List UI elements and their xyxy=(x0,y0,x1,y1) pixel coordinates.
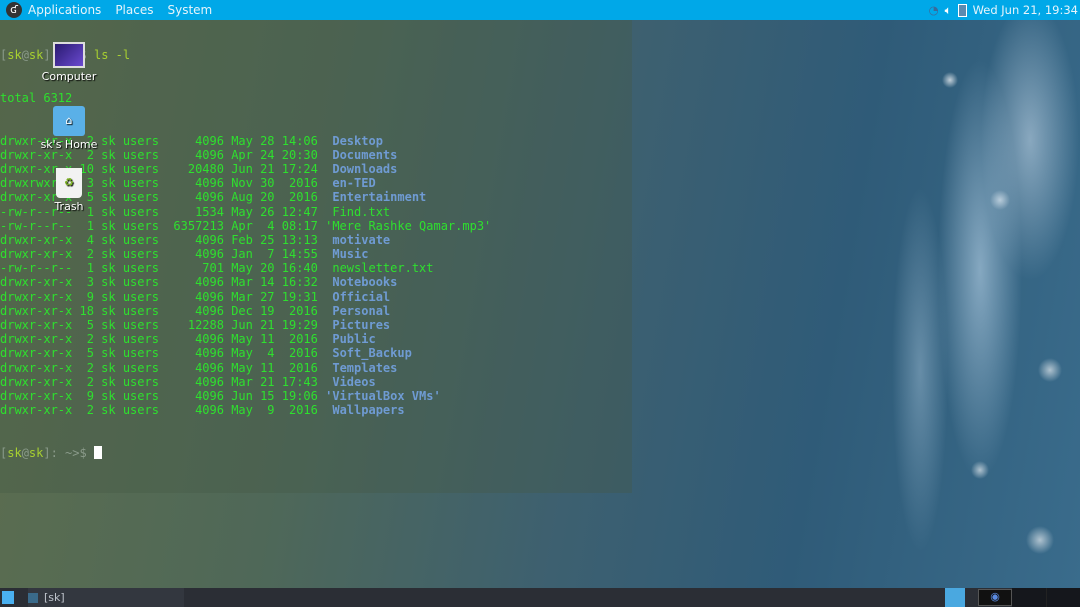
file-meta: drwxr-xr-x 9 sk users 4096 Mar 27 19:31 xyxy=(0,290,325,304)
file-name: newsletter.txt xyxy=(332,261,433,275)
show-desktop-icon[interactable] xyxy=(2,591,14,604)
file-name: Wallpapers xyxy=(332,403,404,417)
ls-row: drwxr-xr-x 3 sk users 4096 Mar 14 16:32 … xyxy=(0,275,632,289)
file-name: Notebooks xyxy=(332,275,397,289)
file-name: 'Mere Rashke Qamar.mp3' xyxy=(325,219,491,233)
file-name: Official xyxy=(332,290,390,304)
battery-icon[interactable] xyxy=(958,4,967,17)
file-name: Downloads xyxy=(332,162,397,176)
ls-row: drwxr-xr-x 2 sk users 4096 May 9 2016 Wa… xyxy=(0,403,632,417)
file-meta: drwxr-xr-x 2 sk users 4096 May 11 2016 xyxy=(0,332,325,346)
file-meta: drwxr-xr-x 5 sk users 12288 Jun 21 19:29 xyxy=(0,318,325,332)
ls-row: drwxr-xr-x 5 sk users 4096 May 4 2016 So… xyxy=(0,346,632,360)
monitor-icon xyxy=(53,42,85,68)
file-meta: drwxr-xr-x 2 sk users 4096 May 9 2016 xyxy=(0,403,325,417)
clock[interactable]: Wed Jun 21, 19:34 xyxy=(973,3,1078,17)
ls-row: drwxr-xr-x 2 sk users 4096 Mar 21 17:43 … xyxy=(0,375,632,389)
file-meta: drwxr-xr-x 9 sk users 4096 Jun 15 19:06 xyxy=(0,389,325,403)
cursor xyxy=(94,446,102,459)
file-name: Videos xyxy=(332,375,375,389)
workspace-4[interactable] xyxy=(1046,588,1080,607)
gnome-foot-icon[interactable]: ʛ xyxy=(6,2,22,18)
file-name: Documents xyxy=(332,148,397,162)
sync-icon[interactable]: ◔ xyxy=(929,3,939,17)
file-name: Find.txt xyxy=(332,205,390,219)
desktop-icon-home[interactable]: ⌂ sk's Home xyxy=(34,106,104,151)
file-meta: drwxr-xr-x 2 sk users 4096 May 11 2016 xyxy=(0,361,325,375)
file-meta: drwxr-xr-x 2 sk users 4096 Mar 21 17:43 xyxy=(0,375,325,389)
top-panel: ʛ Applications Places System ◔ 🔈︎ Wed Ju… xyxy=(0,0,1080,20)
file-name: 'VirtualBox VMs' xyxy=(325,389,441,403)
ls-row: -rw-r--r-- 1 sk users 6357213 Apr 4 08:1… xyxy=(0,219,632,233)
menu-applications[interactable]: Applications xyxy=(28,3,101,17)
file-meta: drwxr-xr-x 5 sk users 4096 May 4 2016 xyxy=(0,346,325,360)
terminal-icon xyxy=(28,593,38,603)
file-name: motivate xyxy=(332,233,390,247)
menu-places[interactable]: Places xyxy=(115,3,153,17)
ls-row: drwxr-xr-x 2 sk users 4096 May 11 2016 T… xyxy=(0,361,632,375)
file-name: Templates xyxy=(332,361,397,375)
prompt-line[interactable]: [sk@sk]: ~>$ xyxy=(0,446,632,460)
desktop-icon-trash[interactable]: ♻ Trash xyxy=(34,168,104,213)
wallpaper-bubbles xyxy=(800,20,1080,588)
ls-row: drwxr-xr-x 9 sk users 4096 Mar 27 19:31 … xyxy=(0,290,632,304)
file-name: Music xyxy=(332,247,368,261)
system-tray: ◔ 🔈︎ Wed Jun 21, 19:34 xyxy=(929,0,1078,20)
bottom-panel: [sk] ◉ xyxy=(0,588,1080,607)
terminal-task-button[interactable]: [sk] xyxy=(28,588,184,607)
ls-row: drwxr-xr-x 2 sk users 4096 May 11 2016 P… xyxy=(0,332,632,346)
ls-row: drwxr-xr-x 2 sk users 4096 Jan 7 14:55 M… xyxy=(0,247,632,261)
file-meta: drwxr-xr-x 2 sk users 4096 Jan 7 14:55 xyxy=(0,247,325,261)
workspace-2[interactable]: ◉ xyxy=(978,589,1012,606)
file-meta: -rw-r--r-- 1 sk users 701 May 20 16:40 xyxy=(0,261,325,275)
file-meta: drwxr-xr-x 4 sk users 4096 Feb 25 13:13 xyxy=(0,233,325,247)
desktop-icon-computer[interactable]: Computer xyxy=(34,42,104,83)
file-name: Desktop xyxy=(332,134,383,148)
ls-row: drwxr-xr-x 9 sk users 4096 Jun 15 19:06 … xyxy=(0,389,632,403)
total-line: total 6312 xyxy=(0,91,632,105)
ls-row: drwxr-xr-x 18 sk users 4096 Dec 19 2016 … xyxy=(0,304,632,318)
ls-row: drwxr-xr-x 5 sk users 12288 Jun 21 19:29… xyxy=(0,318,632,332)
workspace-1[interactable] xyxy=(945,588,965,607)
file-name: Personal xyxy=(332,304,390,318)
file-meta: drwxr-xr-x 18 sk users 4096 Dec 19 2016 xyxy=(0,304,325,318)
file-meta: drwxr-xr-x 3 sk users 4096 Mar 14 16:32 xyxy=(0,275,325,289)
file-name: Soft_Backup xyxy=(332,346,411,360)
workspace-3[interactable] xyxy=(1012,588,1046,607)
ls-row: drwxr-xr-x 4 sk users 4096 Feb 25 13:13 … xyxy=(0,233,632,247)
menu-system[interactable]: System xyxy=(167,3,212,17)
terminal-window[interactable]: [sk@sk]: ~>$ ls -l total 6312 drwxr-xr-x… xyxy=(0,20,632,493)
ls-row: -rw-r--r-- 1 sk users 701 May 20 16:40 n… xyxy=(0,261,632,275)
file-name: Public xyxy=(332,332,375,346)
file-meta: -rw-r--r-- 1 sk users 6357213 Apr 4 08:1… xyxy=(0,219,325,233)
volume-icon[interactable]: 🔈︎ xyxy=(945,3,952,18)
trash-icon: ♻ xyxy=(56,168,82,198)
file-name: Entertainment xyxy=(332,190,426,204)
home-folder-icon: ⌂ xyxy=(53,106,85,136)
file-name: en-TED xyxy=(332,176,375,190)
file-name: Pictures xyxy=(332,318,390,332)
